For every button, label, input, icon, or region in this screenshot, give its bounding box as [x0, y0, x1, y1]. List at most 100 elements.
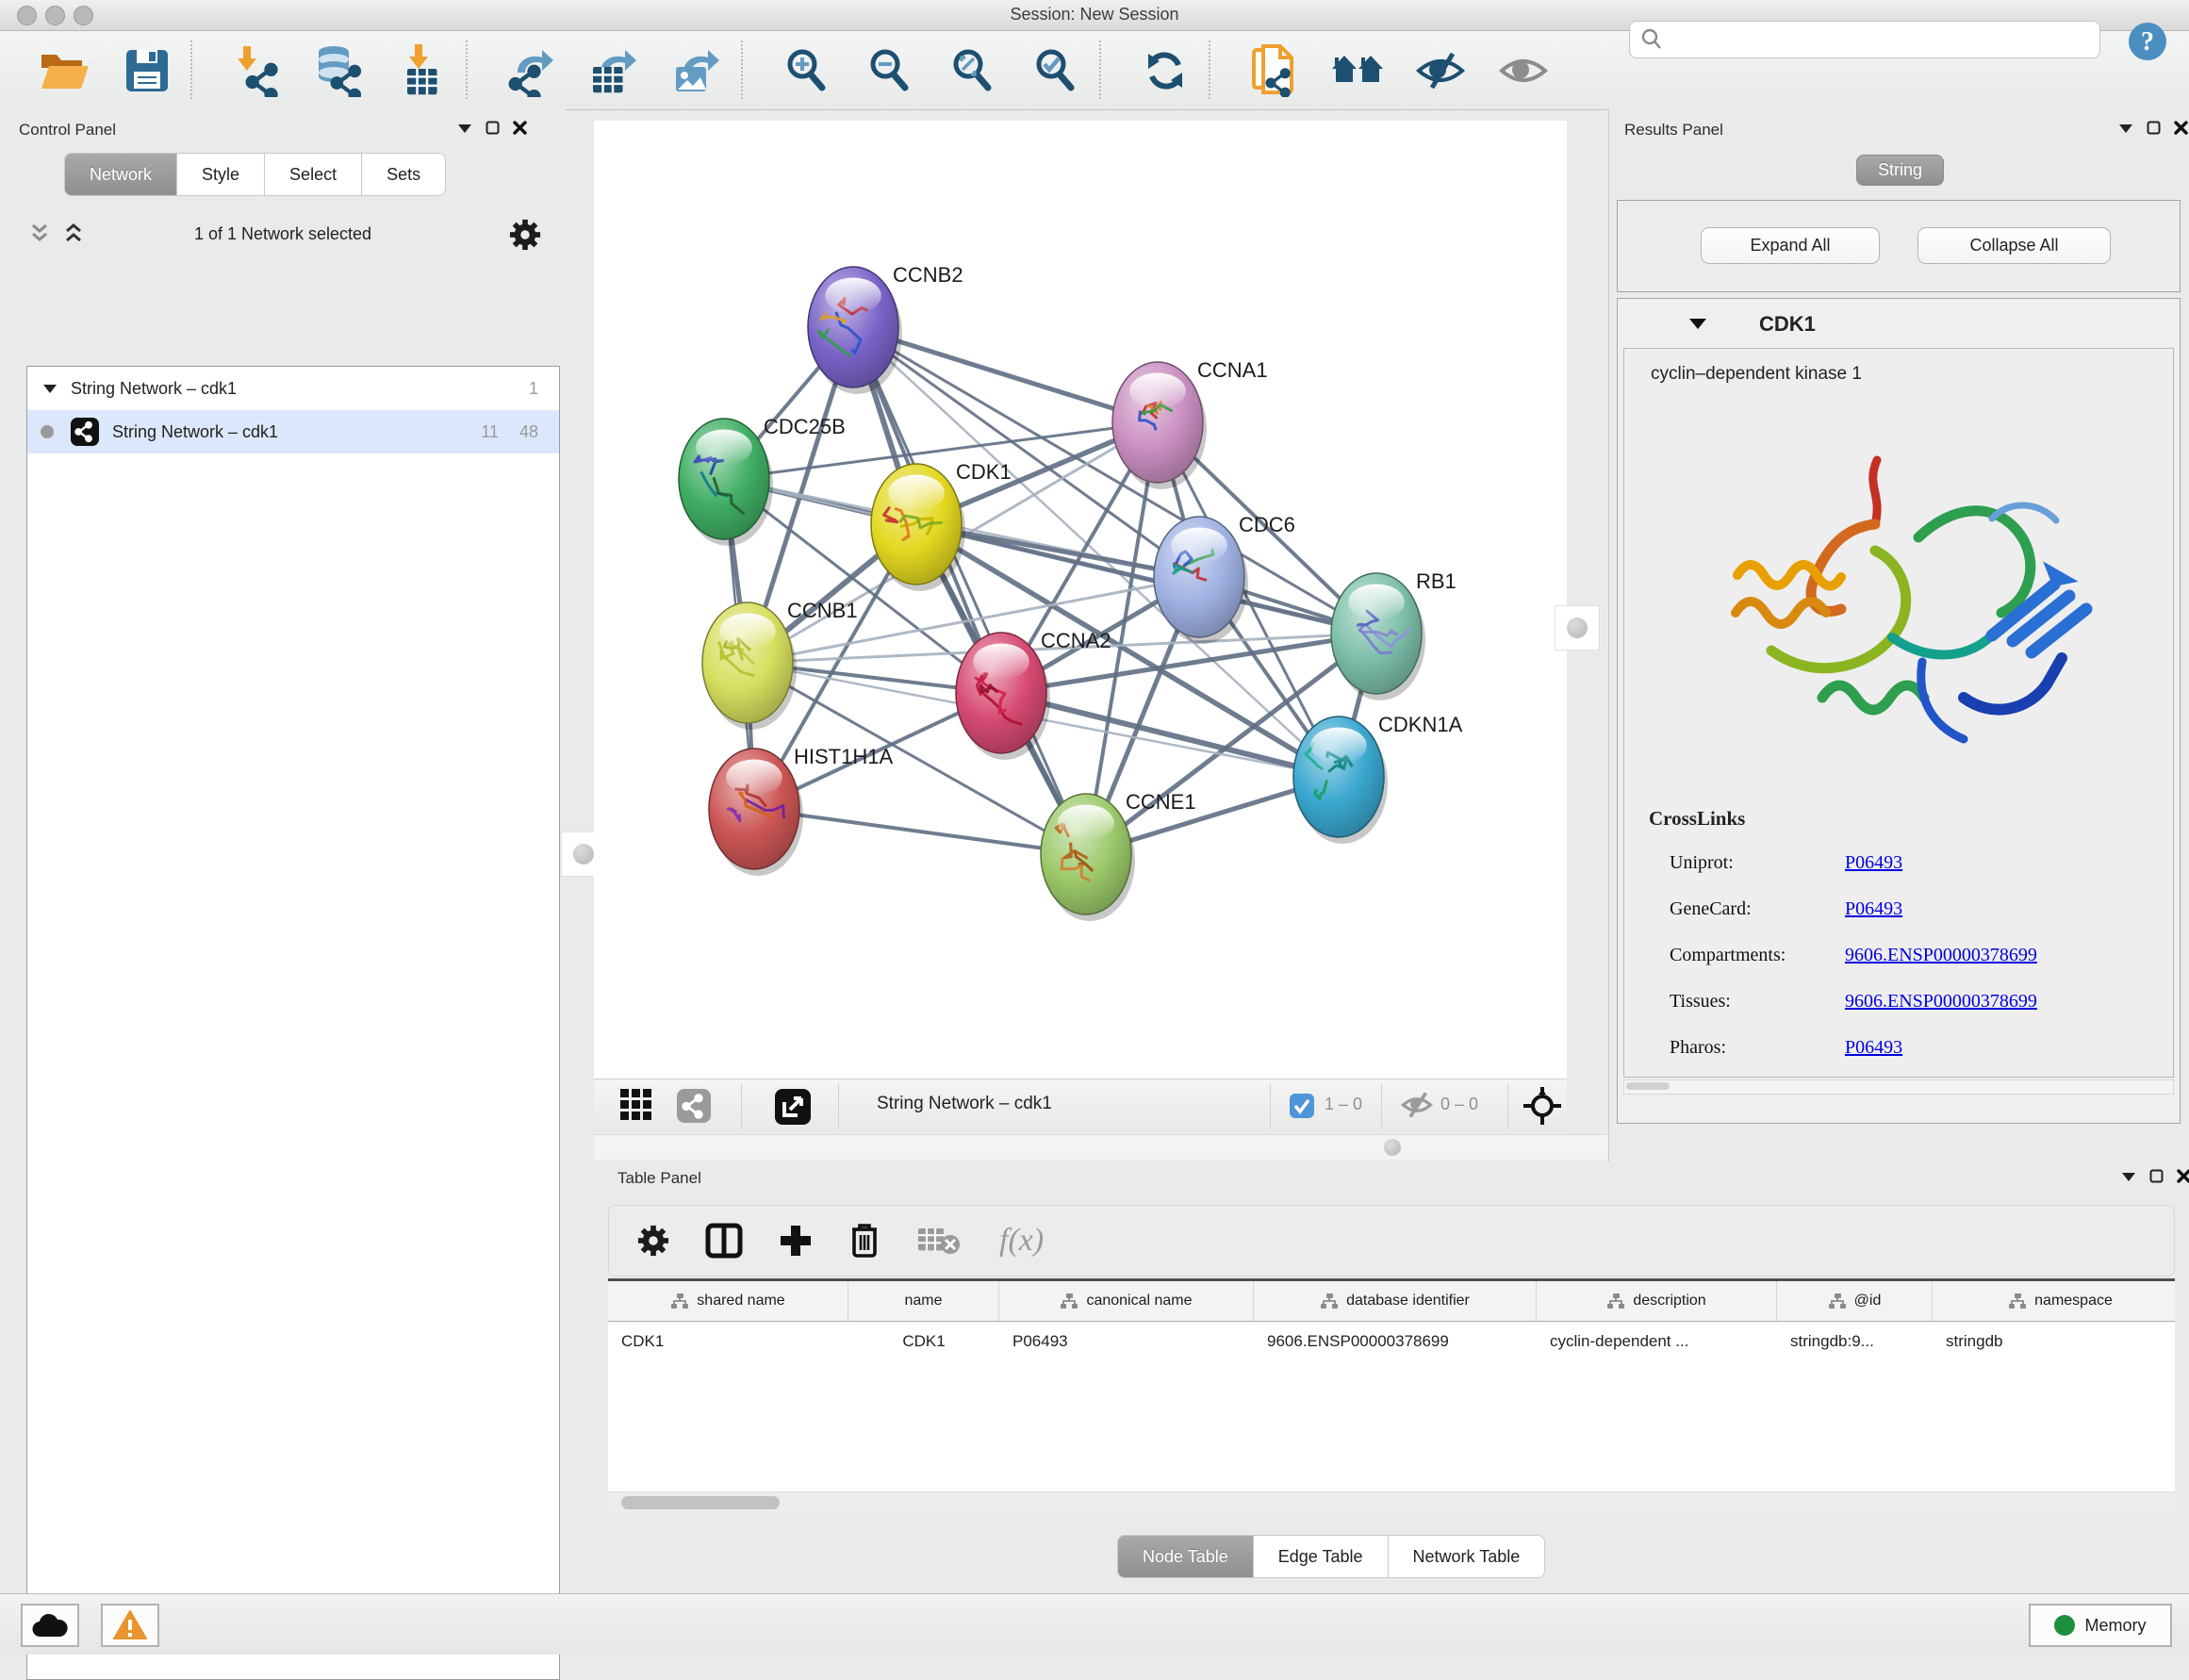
expand-all-button[interactable]: Expand All [1701, 227, 1880, 264]
table-tabs: Node TableEdge TableNetwork Table [1117, 1535, 1545, 1578]
import-network-button[interactable] [230, 44, 283, 97]
panel-close-icon[interactable] [513, 121, 527, 135]
add-column-icon[interactable] [779, 1224, 813, 1258]
table-settings-gear-icon[interactable] [637, 1225, 669, 1257]
table-cell[interactable]: CDK1 [608, 1322, 848, 1361]
tree-row[interactable]: String Network – cdk11148 [27, 410, 559, 453]
table-cell[interactable]: cyclin-dependent ... [1537, 1322, 1777, 1361]
show-columns-icon[interactable] [705, 1223, 743, 1259]
tree-row[interactable]: String Network – cdk11 [27, 367, 559, 410]
network-canvas[interactable]: CCNB2CCNA1CDC25BCDK1CDC6RB1CCNB1CCNA2CDK… [594, 121, 1567, 1079]
save-button[interactable] [121, 44, 173, 97]
open-folder-button[interactable] [38, 44, 91, 97]
eye-gray-button[interactable] [1497, 44, 1550, 97]
table-cell[interactable]: 9606.ENSP00000378699 [1254, 1322, 1537, 1361]
panel-float-icon[interactable] [2149, 1169, 2164, 1183]
node-CCNE1[interactable]: CCNE1 [1041, 790, 1196, 921]
tab-node-table[interactable]: Node Table [1117, 1535, 1254, 1578]
crosslink-link[interactable]: P06493 [1845, 1037, 1902, 1059]
refresh-icon [1141, 46, 1190, 95]
panel-float-icon[interactable] [486, 121, 500, 135]
network-options-gear-icon[interactable] [509, 219, 541, 251]
edge-CCNB2-CCNE1[interactable] [853, 327, 1086, 854]
node-CDC6[interactable]: CDC6 [1154, 513, 1295, 644]
node-table[interactable]: shared name name canonical name database id… [608, 1278, 2175, 1494]
crosslink-link[interactable]: P06493 [1845, 898, 1902, 920]
table-cell[interactable]: CDK1 [848, 1322, 999, 1361]
table-row[interactable]: CDK1CDK1P064939606.ENSP00000378699cyclin… [608, 1322, 2175, 1361]
birds-eye-crosshair-icon[interactable] [1523, 1087, 1561, 1125]
warnings-button[interactable] [101, 1604, 159, 1647]
cloud-button[interactable] [21, 1604, 79, 1647]
column-header-database-identifier[interactable]: database identifier [1254, 1281, 1537, 1321]
crosslink-link[interactable]: 9606.ENSP00000378699 [1845, 945, 2037, 966]
panel-menu-caret-icon[interactable] [2118, 123, 2133, 134]
search-input[interactable] [1664, 29, 2073, 50]
column-label: shared name [697, 1293, 784, 1309]
tab-style[interactable]: Style [177, 153, 265, 196]
section-caret-icon[interactable] [1687, 316, 1708, 331]
zoom-fit-button[interactable] [946, 44, 999, 97]
table-cell[interactable]: stringdb [1933, 1322, 2175, 1361]
delete-column-icon[interactable] [848, 1222, 881, 1260]
cloud-icon [31, 1612, 69, 1639]
share-network-icon[interactable] [677, 1089, 711, 1123]
import-database-button[interactable] [313, 44, 366, 97]
column-header-description[interactable]: description [1537, 1281, 1777, 1321]
string-documents-button[interactable] [1248, 44, 1301, 97]
node-CCNB1[interactable]: CCNB1 [702, 599, 858, 730]
node-RB1[interactable]: RB1 [1331, 569, 1457, 700]
section-hscrollbar[interactable] [1623, 1079, 2174, 1095]
column-header-canonical-name[interactable]: canonical name [999, 1281, 1254, 1321]
selected-checkbox-icon[interactable] [1290, 1094, 1314, 1118]
tab-sets[interactable]: Sets [362, 153, 446, 196]
table-hscrollbar[interactable] [608, 1491, 2175, 1513]
panel-close-icon[interactable] [2177, 1169, 2189, 1183]
column-header-namespace[interactable]: namespace [1933, 1281, 2175, 1321]
node-CDKN1A[interactable]: CDKN1A [1293, 713, 1463, 844]
hidden-eye-slash-icon[interactable] [1401, 1092, 1433, 1118]
table-cell[interactable]: stringdb:9... [1777, 1322, 1933, 1361]
export-table-button[interactable] [588, 44, 641, 97]
panel-menu-caret-icon[interactable] [2121, 1171, 2136, 1182]
import-table-button[interactable] [396, 44, 449, 97]
column-label: canonical name [1086, 1293, 1192, 1309]
tab-edge-table[interactable]: Edge Table [1254, 1535, 1389, 1578]
crosslink-row: Uniprot:P06493 [1670, 852, 2160, 874]
homes-button[interactable] [1331, 44, 1384, 97]
right-splitter-handle[interactable] [1555, 605, 1600, 651]
tab-network-table[interactable]: Network Table [1389, 1535, 1546, 1578]
column-header-shared-name[interactable]: shared name [608, 1281, 848, 1321]
edge-HIST1H1A-CCNE1[interactable] [754, 809, 1086, 854]
panel-menu-caret-icon[interactable] [457, 123, 472, 134]
crosslink-link[interactable]: 9606.ENSP00000378699 [1845, 991, 2037, 1013]
tab-select[interactable]: Select [265, 153, 362, 196]
table-cell[interactable]: P06493 [999, 1322, 1254, 1361]
node-CCNA1[interactable]: CCNA1 [1112, 358, 1268, 489]
export-network-button[interactable] [505, 44, 558, 97]
zoom-in-button[interactable] [781, 44, 833, 97]
collapse-all-button[interactable]: Collapse All [1917, 227, 2111, 264]
tab-string[interactable]: String [1856, 155, 1944, 186]
panel-float-icon[interactable] [2147, 121, 2161, 135]
column-header--id[interactable]: @id [1777, 1281, 1933, 1321]
eye-slash-button[interactable] [1414, 44, 1467, 97]
open-new-window-icon[interactable] [775, 1089, 811, 1125]
node-CCNB2[interactable]: CCNB2 [808, 263, 963, 394]
crosslink-link[interactable]: P06493 [1845, 852, 1902, 874]
virtual-column-icon [1828, 1293, 1847, 1309]
refresh-button[interactable] [1139, 44, 1192, 97]
zoom-selected-button[interactable] [1029, 44, 1082, 97]
zoom-out-button[interactable] [864, 44, 916, 97]
node-HIST1H1A[interactable]: HIST1H1A [709, 745, 893, 876]
tree-caret-icon[interactable] [42, 383, 58, 394]
crosslink-label: Tissues: [1670, 991, 1845, 1013]
column-header-name[interactable]: name [848, 1281, 999, 1321]
tab-network[interactable]: Network [64, 153, 177, 196]
export-image-button[interactable] [671, 44, 724, 97]
panel-close-icon[interactable] [2174, 121, 2188, 135]
node-CDK1[interactable]: CDK1 [871, 460, 1012, 591]
memory-button[interactable]: Memory [2029, 1604, 2172, 1647]
help-button[interactable]: ? [2127, 21, 2168, 62]
grid-view-icon[interactable] [620, 1089, 652, 1121]
